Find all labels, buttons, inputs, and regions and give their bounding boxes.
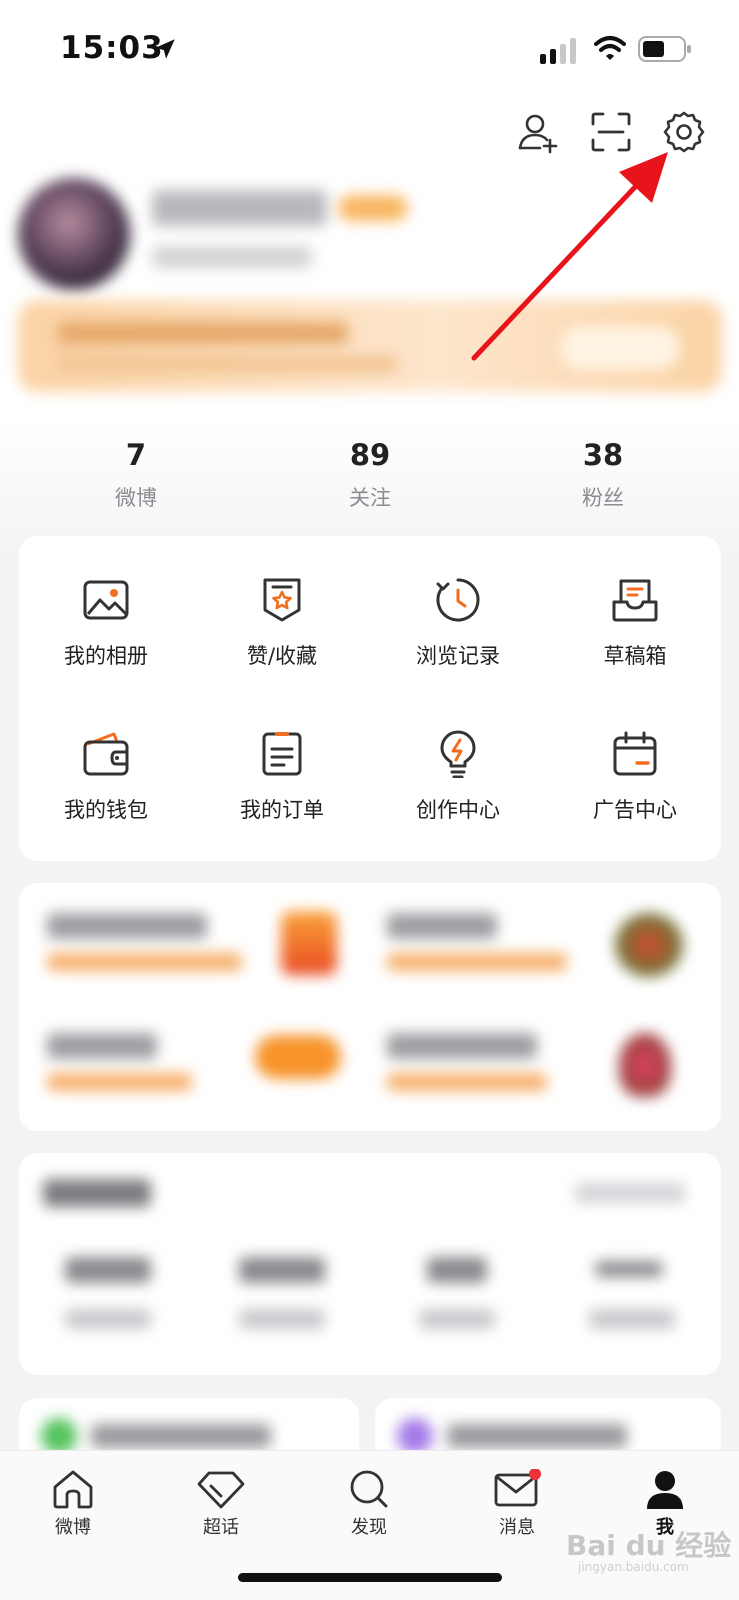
- stat-followers[interactable]: 38 粉丝: [533, 438, 673, 512]
- calendar-ad-icon: [613, 731, 657, 776]
- watermark-sub: jingyan.baidu.com: [578, 1560, 689, 1574]
- data-card-blurred[interactable]: [19, 1153, 721, 1375]
- tab-messages[interactable]: 消息: [472, 1469, 562, 1539]
- search-icon: [350, 1470, 388, 1508]
- partial-card-title-blurred: [447, 1424, 627, 1448]
- task-title-blurred: [47, 913, 207, 939]
- stat-label: 微博: [115, 486, 157, 510]
- data-card-title-blurred: [43, 1179, 151, 1207]
- profile-page: 15:03 7 微博 89 关注 38 粉丝 我的相册 赞/收藏 浏览记录 草稿…: [0, 0, 739, 1600]
- tab-super-topic[interactable]: 超话: [176, 1469, 266, 1539]
- grid-item-ad-center[interactable]: 广告中心: [550, 730, 720, 824]
- diamond-icon: [197, 1471, 245, 1509]
- grid-item-drafts[interactable]: 草稿箱: [550, 576, 720, 670]
- grid-label: 我的订单: [240, 798, 324, 822]
- tab-label: 微博: [55, 1517, 91, 1538]
- task-subtitle-blurred: [387, 953, 567, 971]
- tasks-card-blurred[interactable]: [19, 883, 721, 1131]
- task-gift-image-blurred: [281, 911, 337, 975]
- stat-value: 89: [349, 438, 391, 472]
- task-title-blurred: [387, 913, 497, 939]
- stat-weibo[interactable]: 7 微博: [66, 438, 206, 512]
- tab-label: 超话: [203, 1517, 239, 1538]
- person-icon: [647, 1471, 683, 1509]
- data-label-blurred: [419, 1309, 495, 1329]
- watermark: Bai du 经验: [566, 1529, 732, 1562]
- grid-label: 我的相册: [64, 644, 148, 668]
- stat-label: 关注: [349, 486, 391, 510]
- order-list-icon: [262, 732, 302, 776]
- task-subtitle-blurred: [47, 1073, 192, 1091]
- data-label-blurred: [589, 1309, 675, 1329]
- grid-label: 赞/收藏: [246, 644, 318, 668]
- grid-label: 创作中心: [416, 798, 500, 822]
- drafts-tray-icon: [612, 579, 658, 622]
- function-grid-card: 我的相册 赞/收藏 浏览记录 草稿箱 我的钱包 我的订单 创作中心 广告中心: [19, 536, 721, 861]
- history-clock-icon: [436, 578, 480, 622]
- mail-icon: [494, 1469, 541, 1507]
- grid-item-likes-favorites[interactable]: 赞/收藏: [197, 576, 367, 670]
- partial-card-title-blurred: [91, 1424, 271, 1448]
- data-value-blurred: [239, 1257, 325, 1283]
- task-subtitle-blurred: [47, 953, 242, 971]
- stat-value: 38: [582, 438, 624, 472]
- data-value-blurred: [427, 1257, 487, 1283]
- task-image-blurred: [619, 1033, 671, 1097]
- partial-card-icon-blurred: [41, 1418, 77, 1454]
- data-card-more-blurred[interactable]: [575, 1183, 685, 1203]
- stat-label: 粉丝: [582, 486, 624, 510]
- grid-label: 浏览记录: [416, 644, 500, 668]
- tab-weibo[interactable]: 微博: [28, 1469, 118, 1539]
- lightbulb-icon: [440, 730, 476, 778]
- grid-item-wallet[interactable]: 我的钱包: [21, 730, 191, 824]
- tab-discover[interactable]: 发现: [324, 1469, 414, 1539]
- task-title-blurred: [387, 1033, 537, 1059]
- home-indicator[interactable]: [238, 1573, 502, 1582]
- task-subtitle-blurred: [387, 1073, 547, 1091]
- grid-item-photo-album[interactable]: 我的相册: [21, 576, 191, 670]
- data-value-blurred: [595, 1261, 663, 1277]
- grid-label: 广告中心: [593, 798, 677, 822]
- favorite-badge-icon: [263, 578, 301, 622]
- photo-album-icon: [83, 580, 129, 620]
- stat-following[interactable]: 89 关注: [300, 438, 440, 512]
- checkin-button-blurred[interactable]: [255, 1035, 341, 1079]
- grid-label: 我的钱包: [64, 798, 148, 822]
- grid-label: 草稿箱: [603, 644, 667, 668]
- task-image-blurred: [615, 913, 683, 977]
- stat-value: 7: [125, 438, 147, 472]
- home-icon: [53, 1470, 93, 1509]
- unread-dot: [529, 1469, 541, 1480]
- wallet-icon: [83, 732, 129, 776]
- tab-label: 发现: [351, 1517, 387, 1538]
- data-label-blurred: [65, 1309, 151, 1329]
- annotation-arrow-icon: [471, 152, 668, 361]
- grid-item-orders[interactable]: 我的订单: [197, 730, 367, 824]
- grid-item-creator-center[interactable]: 创作中心: [373, 730, 543, 824]
- data-label-blurred: [239, 1309, 325, 1329]
- task-title-blurred: [47, 1033, 157, 1059]
- grid-item-history[interactable]: 浏览记录: [373, 576, 543, 670]
- tab-label: 消息: [499, 1517, 535, 1538]
- partial-card-icon-blurred: [397, 1418, 433, 1454]
- data-value-blurred: [65, 1257, 151, 1283]
